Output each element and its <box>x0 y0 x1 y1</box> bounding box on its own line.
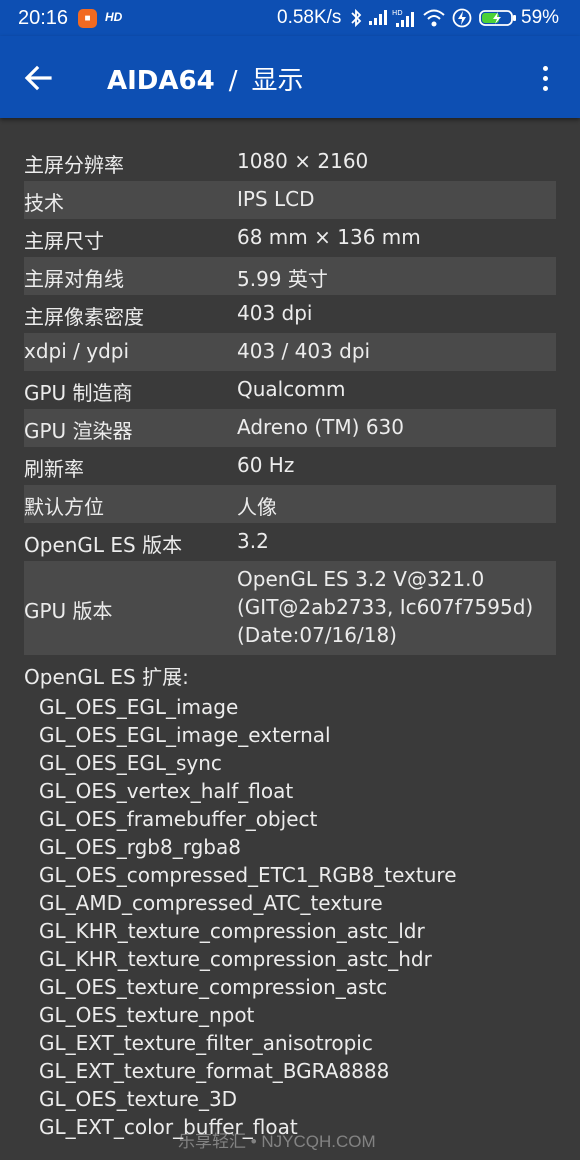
property-row: 主屏对角线 5.99 英寸 <box>24 257 556 295</box>
property-row: 主屏分辨率 1080 × 2160 <box>24 143 556 181</box>
property-row: 刷新率 60 Hz <box>24 447 556 485</box>
network-speed: 0.58K/s <box>277 7 342 28</box>
status-time: 20:16 <box>18 7 69 29</box>
row-value: 3.2 <box>237 529 269 553</box>
page-title: AIDA64 / 显示 <box>107 60 303 97</box>
extension-item: GL_OES_rgb8_rgba8 <box>39 835 241 859</box>
extension-item: GL_OES_EGL_image <box>39 695 239 719</box>
row-label: xdpi / ydpi <box>24 339 130 363</box>
row-value: IPS LCD <box>237 187 315 211</box>
row-label: 默认方位 <box>24 495 104 519</box>
extension-item: GL_EXT_texture_filter_anisotropic <box>39 1031 373 1055</box>
row-label: GPU 版本 <box>24 599 113 623</box>
gpu-version-line: (GIT@2ab2733, Ic607f7595d) <box>237 595 534 619</box>
row-value: Qualcomm <box>237 377 346 401</box>
row-label: 技术 <box>24 191 64 215</box>
row-value: OpenGL ES 3.2 V@321.0 (GIT@2ab2733, Ic60… <box>237 565 533 649</box>
properties-table: 主屏分辨率 1080 × 2160 技术 IPS LCD 主屏尺寸 68 mm × 136… <box>24 143 556 561</box>
property-row: 技术 IPS LCD <box>24 181 556 219</box>
title-separator: / <box>228 66 238 96</box>
property-row: xdpi / ydpi 403 / 403 dpi <box>24 333 556 371</box>
bluetooth-icon <box>351 8 362 28</box>
gpu-version-row: GPU 版本 OpenGL ES 3.2 V@321.0 (GIT@2ab273… <box>24 561 556 655</box>
app-notification-icon: ■ <box>78 9 97 28</box>
extension-item: GL_OES_EGL_image_external <box>39 723 331 747</box>
overflow-menu-button[interactable] <box>530 62 562 94</box>
battery-percent: 59% <box>521 7 560 28</box>
property-row: GPU 制造商 Qualcomm <box>24 371 556 409</box>
extensions-heading: OpenGL ES 扩展: <box>24 665 189 689</box>
wifi-icon <box>423 9 445 27</box>
row-label: 主屏像素密度 <box>24 305 144 329</box>
extension-item: GL_AMD_compressed_ATC_texture <box>39 891 383 915</box>
battery-icon <box>479 10 516 26</box>
row-value: 403 dpi <box>237 301 313 325</box>
property-row: 主屏像素密度 403 dpi <box>24 295 556 333</box>
charging-icon <box>452 8 472 28</box>
row-label: GPU 渲染器 <box>24 419 133 443</box>
status-bar: 20:16 ■ HD 0.58K/s HD 59% <box>0 0 580 36</box>
extension-item: GL_OES_compressed_ETC1_RGB8_texture <box>39 863 457 887</box>
extension-item: GL_EXT_texture_format_BGRA8888 <box>39 1059 390 1083</box>
property-row: 默认方位 人像 <box>24 485 556 523</box>
extension-item: GL_OES_texture_3D <box>39 1087 238 1111</box>
row-label: 刷新率 <box>24 457 84 481</box>
row-value: 1080 × 2160 <box>237 149 369 173</box>
extension-item: GL_OES_vertex_half_float <box>39 779 294 803</box>
row-value: Adreno (TM) 630 <box>237 415 404 439</box>
page-name: 显示 <box>251 66 304 96</box>
gpu-version-line: (Date:07/16/18) <box>237 623 397 647</box>
property-row: 主屏尺寸 68 mm × 136 mm <box>24 219 556 257</box>
row-label: 主屏分辨率 <box>24 153 124 177</box>
row-value: 68 mm × 136 mm <box>237 225 421 249</box>
extension-item: GL_OES_EGL_sync <box>39 751 222 775</box>
extension-item: GL_KHR_texture_compression_astc_hdr <box>39 947 432 971</box>
extension-item: GL_KHR_texture_compression_astc_ldr <box>39 919 425 943</box>
row-value: 403 / 403 dpi <box>237 339 371 363</box>
app-name: AIDA64 <box>107 66 215 96</box>
row-value: 5.99 英寸 <box>237 267 328 291</box>
row-value: 60 Hz <box>237 453 295 477</box>
signal-icon <box>369 10 387 25</box>
display-info-list: 主屏分辨率 1080 × 2160 技术 IPS LCD 主屏尺寸 68 mm × 136… <box>24 143 556 1141</box>
row-label: OpenGL ES 版本 <box>24 533 183 557</box>
hd-voice-label: HD <box>105 10 123 24</box>
property-row: GPU 渲染器 Adreno (TM) 630 <box>24 409 556 447</box>
row-value: 人像 <box>237 495 277 519</box>
extension-item: GL_OES_texture_compression_astc <box>39 975 388 999</box>
watermark: 乐享轻汇 • NJYCQH.COM <box>178 1132 376 1151</box>
app-bar: AIDA64 / 显示 <box>0 36 580 118</box>
row-label: 主屏对角线 <box>24 267 124 291</box>
arrow-left-icon <box>24 65 52 91</box>
row-label: GPU 制造商 <box>24 381 133 405</box>
extension-item: GL_OES_framebuffer_object <box>39 807 318 831</box>
extension-item: GL_OES_texture_npot <box>39 1003 255 1027</box>
row-label: 主屏尺寸 <box>24 229 104 253</box>
gpu-version-line: OpenGL ES 3.2 V@321.0 <box>237 567 485 591</box>
svg-text:HD: HD <box>392 9 403 17</box>
back-button[interactable] <box>18 58 58 98</box>
extensions-list: GL_OES_EGL_image GL_OES_EGL_image_externa… <box>24 693 556 1141</box>
more-vert-icon <box>543 66 548 71</box>
property-row: OpenGL ES 版本 3.2 <box>24 523 556 561</box>
signal-hd-icon: HD <box>392 9 414 27</box>
